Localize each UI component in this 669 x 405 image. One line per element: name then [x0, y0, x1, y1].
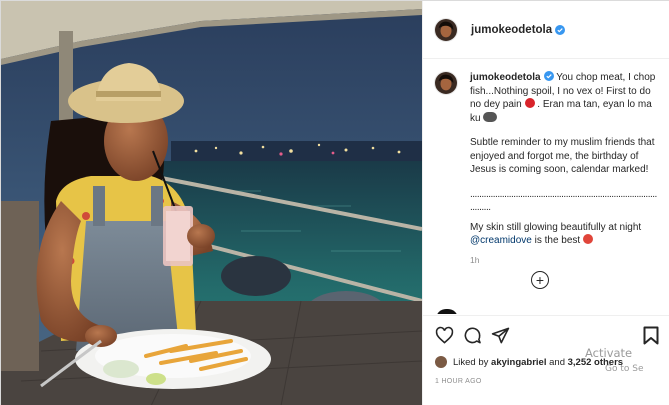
watermark-line2: Go to Se — [605, 364, 644, 374]
author-avatar[interactable] — [434, 17, 458, 42]
liked-by-prefix: Liked by — [453, 356, 489, 368]
comment-bubble-icon[interactable] — [463, 326, 482, 345]
next-comment-avatar — [436, 309, 458, 314]
verified-badge-icon — [555, 24, 566, 35]
avatar-image — [435, 72, 457, 94]
caption-author-avatar[interactable] — [434, 71, 458, 95]
liked-by-and: and — [549, 356, 565, 368]
plus-circle-icon[interactable]: + — [531, 271, 549, 289]
post-header: jumokeodetola — [423, 1, 669, 59]
watermark-line1: Activate — [585, 346, 633, 360]
paper-plane-icon[interactable] — [491, 326, 510, 345]
caption-para3-end: is the best — [534, 235, 581, 246]
caption-time[interactable]: 1h — [470, 255, 664, 265]
post-photo[interactable] — [1, 1, 422, 405]
post-frame: jumokeodetola jumokeodetola You chop mea… — [0, 0, 669, 405]
avatar-image — [435, 18, 457, 41]
mention-link[interactable]: @creamidove — [470, 235, 532, 246]
angry-face-emoji-icon — [524, 98, 535, 108]
heart-eyes-emoji-icon — [583, 234, 593, 244]
bookmark-icon[interactable] — [643, 326, 659, 345]
caption-para2: Subtle reminder to my muslim friends tha… — [470, 137, 655, 175]
post-timestamp[interactable]: 1 HOUR AGO — [435, 378, 482, 385]
liker-avatar[interactable] — [435, 356, 447, 368]
post-image — [1, 1, 422, 405]
post-caption: jumokeodetola You chop meat, I chop fish… — [434, 71, 664, 265]
caption-username[interactable]: jumokeodetola — [470, 72, 541, 83]
caption-text: jumokeodetola You chop meat, I chop fish… — [470, 71, 660, 248]
comments-section: jumokeodetola You chop meat, I chop fish… — [423, 59, 669, 314]
post-side-panel: jumokeodetola jumokeodetola You chop mea… — [422, 1, 669, 405]
verified-badge-icon — [543, 71, 554, 81]
caption-para3: My skin still glowing beautifully at nig… — [470, 221, 642, 233]
author-username[interactable]: jumokeodetola — [471, 24, 552, 36]
windows-activation-watermark: Activate Go to Se — [585, 346, 644, 374]
caption-dots-2: ......... — [470, 202, 491, 213]
caption-dots: ........................................… — [470, 188, 657, 200]
action-icon-row — [435, 326, 510, 346]
heart-icon[interactable] — [435, 326, 454, 345]
liker-username[interactable]: akyingabriel — [491, 357, 546, 368]
eyes-emoji-icon — [483, 111, 498, 122]
